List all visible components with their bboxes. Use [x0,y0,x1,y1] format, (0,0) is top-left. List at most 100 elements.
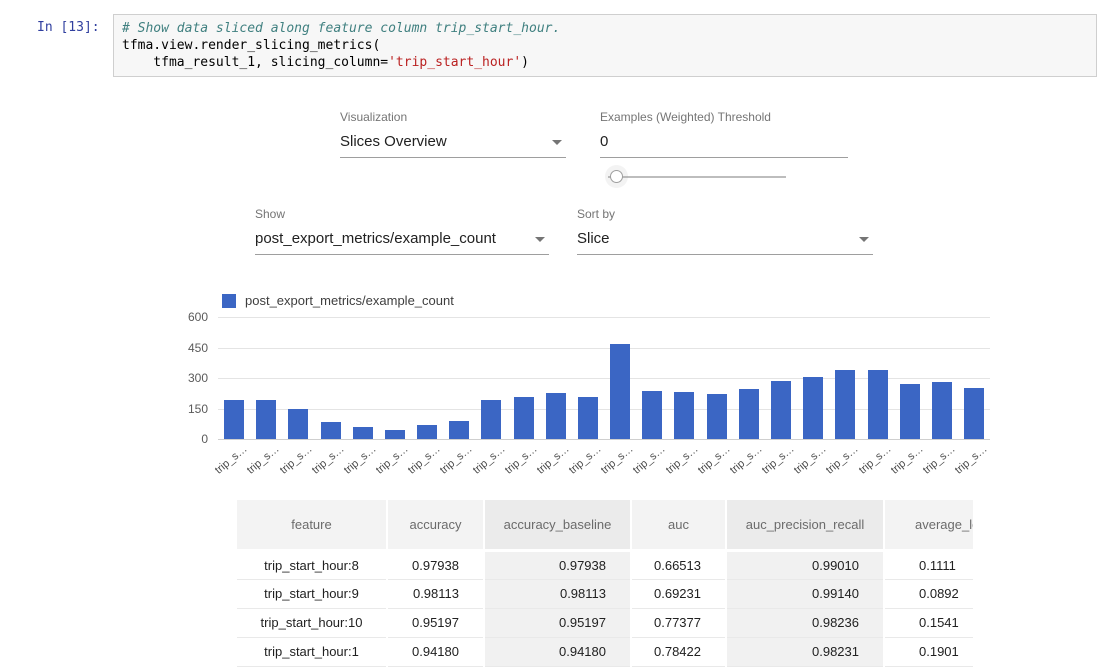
slider-handle[interactable] [610,170,623,183]
metrics-table-container: featureaccuracyaccuracy_baselineaucauc_p… [237,500,973,668]
visualization-label: Visualization [340,110,566,124]
x-tick-label: trip_s… [824,443,861,477]
table-cell: 0.97938 [387,550,484,579]
x-tick-label: trip_s… [535,443,572,477]
y-tick-label: 600 [188,310,208,324]
table-header-row: featureaccuracyaccuracy_baselineaucauc_p… [237,500,973,550]
table-cell: trip_start_hour:8 [237,550,387,579]
bar[interactable] [610,344,630,439]
x-tick-label: trip_s… [374,443,411,477]
threshold-value: 0 [600,133,608,150]
bar[interactable] [868,370,888,439]
bar[interactable] [964,388,984,439]
bar-slot: trip_s… [926,317,958,439]
table-header-cell[interactable]: auc [631,500,726,550]
table-cell: 0.97938 [484,550,631,579]
bar[interactable] [900,384,920,439]
table-cell: 0.66513 [631,550,726,579]
bar[interactable] [385,430,405,439]
notebook-page: In [13]: # Show data sliced along featur… [0,0,1111,668]
bar-slot: trip_s… [540,317,572,439]
bar[interactable] [771,381,791,439]
bar-slot: trip_s… [958,317,990,439]
x-tick-label: trip_s… [921,443,958,477]
table-header-cell[interactable]: accuracy_baseline [484,500,631,550]
table-cell: 0.95197 [484,608,631,637]
slider-track[interactable] [608,176,786,178]
bar[interactable] [224,400,244,439]
table-cell: 0.98236 [726,608,884,637]
table-cell: 0.1541 [884,608,973,637]
bar[interactable] [417,425,437,439]
bar[interactable] [707,394,727,439]
bar[interactable] [674,392,694,439]
bar-slot: trip_s… [829,317,861,439]
sort-control: Sort by Slice [577,207,873,255]
sort-select[interactable]: Slice [577,228,873,255]
table-row: trip_start_hour:10.941800.941800.784220.… [237,637,973,666]
chart-legend: post_export_metrics/example_count [222,293,454,308]
x-tick-label: trip_s… [856,443,893,477]
table-cell: 0.94180 [484,637,631,666]
show-value: post_export_metrics/example_count [255,230,496,247]
show-select[interactable]: post_export_metrics/example_count [255,228,549,255]
dropdown-arrow-icon [535,237,545,242]
bar[interactable] [449,421,469,439]
x-tick-label: trip_s… [503,443,540,477]
threshold-control: Examples (Weighted) Threshold 0 [600,110,848,158]
table-cell: 0.1111 [884,550,973,579]
table-header-cell[interactable]: accuracy [387,500,484,550]
bar-slot: trip_s… [765,317,797,439]
x-tick-label: trip_s… [889,443,926,477]
bar[interactable] [288,409,308,440]
y-tick-label: 450 [188,341,208,355]
bar[interactable] [256,400,276,439]
threshold-label: Examples (Weighted) Threshold [600,110,848,124]
table-cell: 0.98113 [484,579,631,608]
x-tick-label: trip_s… [277,443,314,477]
table-cell: 0.94180 [387,637,484,666]
metrics-table: featureaccuracyaccuracy_baselineaucauc_p… [237,500,973,667]
bar-slot: trip_s… [282,317,314,439]
table-cell: 0.98113 [387,579,484,608]
bar[interactable] [353,427,373,439]
table-cell: 0.0892 [884,579,973,608]
table-header-cell[interactable]: auc_precision_recall [726,500,884,550]
table-body: trip_start_hour:80.979380.979380.665130.… [237,550,973,666]
code-cell[interactable]: # Show data sliced along feature column … [113,14,1097,77]
bar-slot: trip_s… [668,317,700,439]
bar-slot: trip_s… [315,317,347,439]
x-tick-label: trip_s… [470,443,507,477]
bar[interactable] [803,377,823,439]
bar[interactable] [546,393,566,439]
visualization-select[interactable]: Slices Overview [340,131,566,158]
bar[interactable] [642,391,662,439]
bar[interactable] [578,397,598,439]
x-tick-label: trip_s… [728,443,765,477]
bar[interactable] [321,422,341,439]
bar[interactable] [932,382,952,439]
bar-slot: trip_s… [861,317,893,439]
bar[interactable] [514,397,534,439]
x-tick-label: trip_s… [663,443,700,477]
bar[interactable] [739,389,759,439]
bar[interactable] [835,370,855,439]
code-comment: # Show data sliced along feature column … [122,21,560,36]
sort-label: Sort by [577,207,873,221]
dropdown-arrow-icon [552,140,562,145]
table-row: trip_start_hour:80.979380.979380.665130.… [237,550,973,579]
table-cell: 0.1901 [884,637,973,666]
table-cell: trip_start_hour:1 [237,637,387,666]
table-header-cell[interactable]: feature [237,500,387,550]
table-cell: trip_start_hour:9 [237,579,387,608]
show-label: Show [255,207,549,221]
table-row: trip_start_hour:100.951970.951970.773770… [237,608,973,637]
bar[interactable] [481,400,501,439]
legend-label: post_export_metrics/example_count [245,293,454,308]
bar-slot: trip_s… [475,317,507,439]
threshold-input[interactable]: 0 [600,131,848,158]
threshold-slider[interactable] [608,170,786,184]
bar-slot: trip_s… [572,317,604,439]
x-tick-label: trip_s… [599,443,636,477]
table-header-cell[interactable]: average_loss [884,500,973,550]
